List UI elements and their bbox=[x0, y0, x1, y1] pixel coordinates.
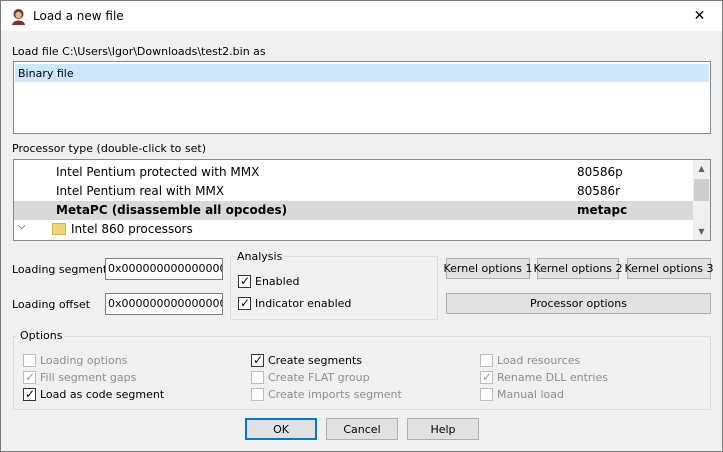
cancel-button[interactable]: Cancel bbox=[326, 418, 398, 440]
processor-scrollbar[interactable]: ▲ ▼ bbox=[693, 160, 710, 240]
check-icon: ✓ bbox=[252, 352, 264, 367]
create-imports-segment-checkbox[interactable]: Create imports segment bbox=[251, 387, 402, 401]
kernel-options-1-button[interactable]: Kernel options 1 bbox=[443, 258, 533, 279]
indicator-enabled-checkbox[interactable]: ✓ Indicator enabled bbox=[238, 296, 351, 310]
scroll-down-icon[interactable]: ▼ bbox=[693, 223, 710, 240]
processor-row-selected[interactable]: MetaPC (disassemble all opcodes) metapc bbox=[14, 201, 693, 220]
scroll-up-icon[interactable]: ▲ bbox=[693, 160, 710, 177]
processor-row[interactable]: Intel Pentium protected with MMX 80586p bbox=[14, 163, 693, 182]
kernel-options-3-button[interactable]: Kernel options 3 bbox=[624, 258, 714, 279]
check-icon: ✓ bbox=[24, 386, 36, 401]
analysis-group bbox=[230, 256, 438, 320]
title-bar: Load a new file ✕ bbox=[1, 1, 722, 31]
window-title: Load a new file bbox=[33, 9, 124, 23]
file-type-item[interactable]: Binary file bbox=[15, 64, 709, 82]
load-file-dialog: Load a new file ✕ Load file C:\Users\Igo… bbox=[0, 0, 723, 452]
processor-row[interactable]: Intel Pentium real with MMX 80586r bbox=[14, 182, 693, 201]
create-flat-group-checkbox[interactable]: Create FLAT group bbox=[251, 370, 370, 384]
processor-type-label: Processor type (double-click to set) bbox=[12, 142, 207, 155]
file-type-label: Binary file bbox=[18, 67, 74, 80]
check-icon: ✓ bbox=[481, 369, 493, 384]
ida-icon bbox=[12, 9, 25, 25]
analysis-enabled-checkbox[interactable]: ✓ Enabled bbox=[238, 274, 299, 288]
folder-icon bbox=[52, 223, 66, 235]
loading-offset-input[interactable]: 0x0000000000000000 bbox=[105, 293, 223, 315]
load-as-code-segment-checkbox[interactable]: ✓ Load as code segment bbox=[23, 387, 164, 401]
loading-offset-label: Loading offset bbox=[12, 298, 91, 311]
processor-group-row[interactable]: ⌵ Intel 860 processors bbox=[14, 220, 693, 239]
analysis-title: Analysis bbox=[235, 250, 285, 263]
fill-segment-gaps-checkbox[interactable]: ✓ Fill segment gaps bbox=[23, 370, 136, 384]
check-icon: ✓ bbox=[24, 369, 36, 384]
check-icon: ✓ bbox=[239, 295, 251, 310]
check-icon: ✓ bbox=[239, 273, 251, 288]
ok-button[interactable]: OK bbox=[245, 418, 317, 440]
create-segments-checkbox[interactable]: ✓ Create segments bbox=[251, 353, 362, 367]
loading-segment-input[interactable]: 0x0000000000000000 bbox=[105, 258, 223, 280]
loading-options-checkbox[interactable]: Loading options bbox=[23, 353, 127, 367]
load-resources-checkbox[interactable]: Load resources bbox=[480, 353, 580, 367]
manual-load-checkbox[interactable]: Manual load bbox=[480, 387, 564, 401]
close-icon[interactable]: ✕ bbox=[677, 1, 722, 31]
rename-dll-entries-checkbox[interactable]: ✓ Rename DLL entries bbox=[480, 370, 608, 384]
processor-options-button[interactable]: Processor options bbox=[446, 293, 711, 314]
kernel-options-2-button[interactable]: Kernel options 2 bbox=[533, 258, 623, 279]
help-button[interactable]: Help bbox=[407, 418, 479, 440]
scroll-thumb[interactable] bbox=[694, 179, 709, 201]
chevron-down-icon[interactable]: ⌵ bbox=[18, 221, 26, 232]
file-type-list[interactable]: Binary file bbox=[13, 61, 711, 134]
options-title: Options bbox=[18, 329, 65, 342]
load-file-label: Load file C:\Users\Igor\Downloads\test2.… bbox=[12, 45, 266, 58]
processor-tree[interactable]: Intel Pentium protected with MMX 80586p … bbox=[13, 159, 711, 241]
loading-segment-label: Loading segment bbox=[12, 263, 108, 276]
